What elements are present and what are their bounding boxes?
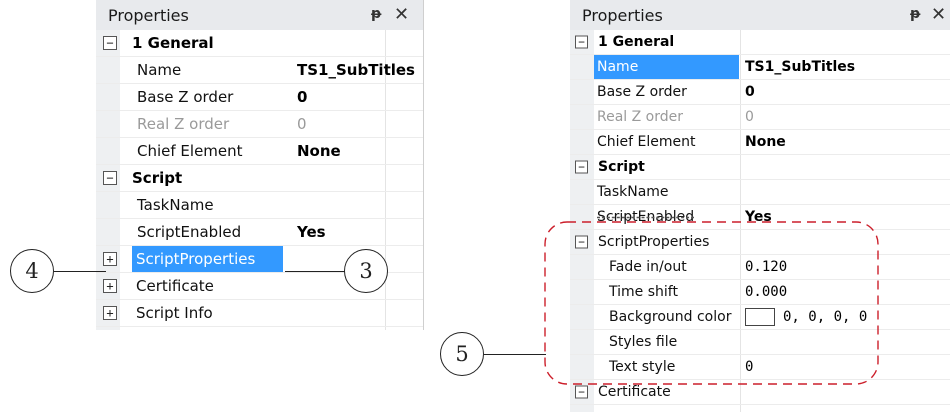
callout-5: 5	[440, 332, 484, 376]
callout-3-leader	[285, 271, 345, 272]
callout-5-leader	[484, 354, 546, 355]
callout-4-leader	[54, 271, 106, 272]
callout-4: 4	[10, 249, 54, 293]
callout-3: 3	[344, 249, 388, 293]
dashed-highlight-box	[544, 221, 879, 385]
